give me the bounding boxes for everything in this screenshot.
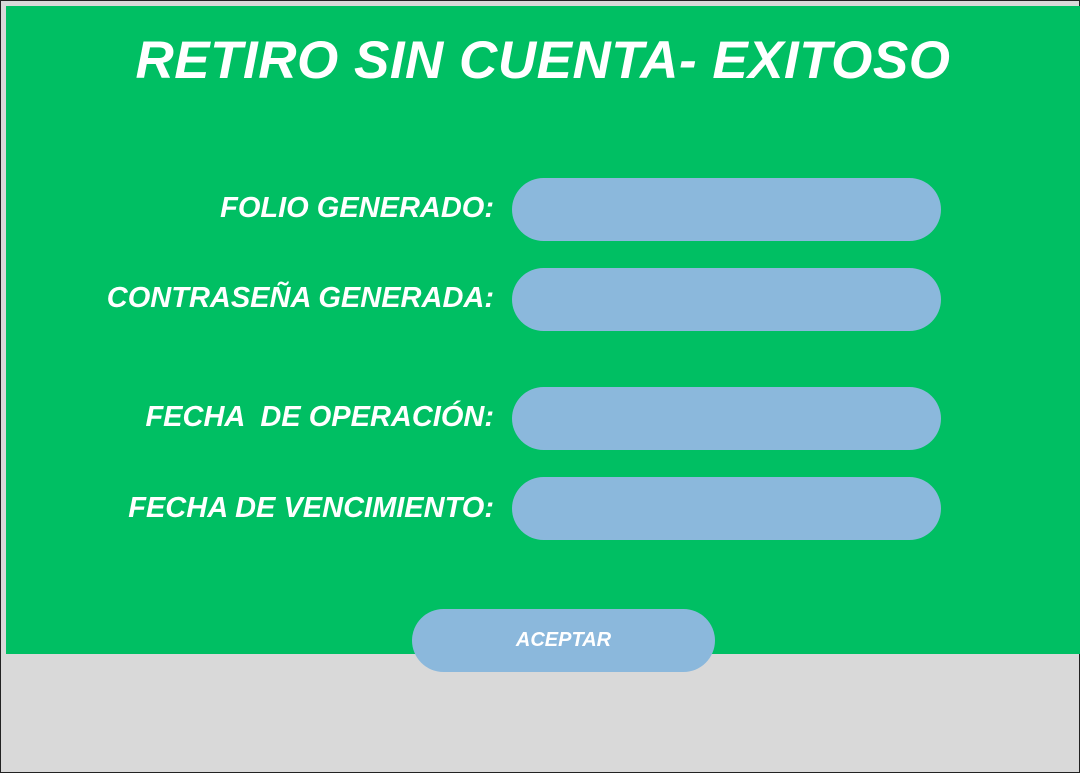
operation-date-label: FECHA DE OPERACIÓN:	[145, 401, 494, 433]
operation-date-field[interactable]	[512, 387, 941, 450]
password-field[interactable]	[512, 268, 941, 331]
accept-button[interactable]: ACEPTAR	[412, 609, 715, 672]
password-label: CONTRASEÑA GENERADA:	[106, 282, 494, 314]
expiry-date-field[interactable]	[512, 477, 941, 540]
expiry-date-label: FECHA DE VENCIMIENTO:	[128, 492, 494, 524]
page-title: RETIRO SIN CUENTA- EXITOSO	[135, 31, 951, 90]
folio-label: FOLIO GENERADO:	[220, 192, 494, 224]
folio-field[interactable]	[512, 178, 941, 241]
